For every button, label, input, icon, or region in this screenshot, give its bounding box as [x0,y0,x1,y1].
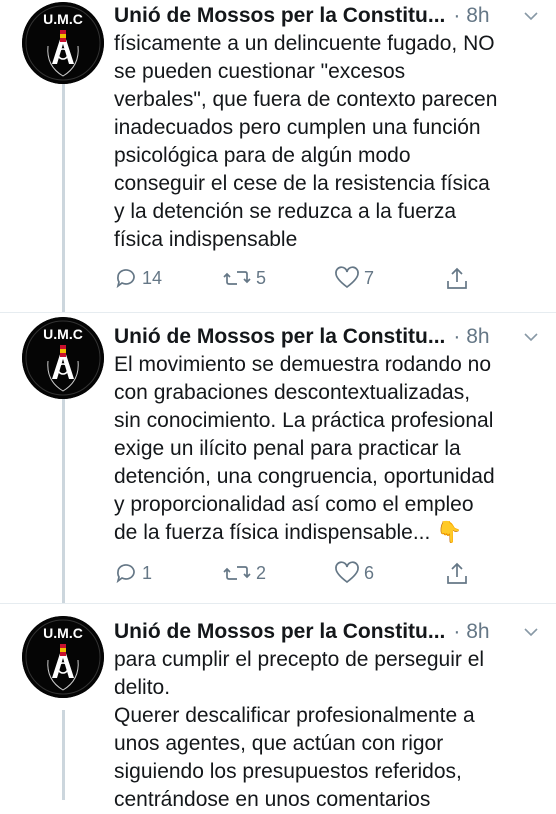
tweet-actions: 14 5 7 [114,266,534,296]
retweet-count: 2 [256,562,267,583]
heart-icon [335,561,359,584]
thread-line [62,399,65,603]
text-line: de la fuerza física indispensable... 👇 [114,521,463,544]
text-line: físicamente a un delincuente fugado, NO [114,32,495,55]
text-line: delito. [114,676,171,699]
text-line: se pueden cuestionar "excesos [114,60,406,83]
timestamp[interactable]: · 8h [453,4,489,28]
tweet-text: para cumplir el precepto de perseguir el… [114,646,544,814]
chevron-down-icon[interactable] [524,8,538,26]
thread-line [62,84,65,312]
text-line: detención, una congruencia, oportunidad [114,465,495,488]
reply-button[interactable]: 1 [114,561,152,585]
text-line: sin conocimiento. La práctica profesiona… [114,409,494,432]
text-line: Querer descalificar profesionalmente a [114,704,475,727]
tweet-3[interactable]: U.M.C Unió de Mossos per la Constitu... … [0,604,556,811]
like-count: 6 [364,562,375,583]
share-icon [447,267,467,289]
text-line: y proporcionalidad así como el empleo [114,493,474,516]
tweet-text: físicamente a un delincuente fugado, NO … [114,30,544,254]
thread-line [62,710,65,800]
text-line: psicológica para de algún modo [114,144,411,167]
text-line: conseguir el cese de la resistencia físi… [114,172,490,195]
svg-text:U.M.C: U.M.C [43,625,83,641]
svg-text:U.M.C: U.M.C [43,326,83,342]
text-line: El movimiento se demuestra rodando no [114,353,492,376]
share-button[interactable] [444,266,470,292]
retweet-button[interactable]: 5 [222,266,266,290]
text-line: inadecuados pero cumplen una función [114,116,481,139]
heart-icon [335,266,359,289]
tweet-header: Unió de Mossos per la Constitu... · 8h [114,616,542,648]
reply-count: 14 [142,267,163,288]
avatar[interactable]: U.M.C [22,616,104,698]
reply-icon [116,564,135,584]
like-count: 7 [364,267,375,288]
avatar[interactable]: U.M.C [22,2,104,84]
umc-logo-icon: U.M.C [22,2,104,84]
tweet-1[interactable]: U.M.C Unió de Mossos per la Constitu... … [0,0,556,312]
retweet-button[interactable]: 2 [222,561,266,585]
author-name[interactable]: Unió de Mossos per la Constitu... [114,4,445,28]
umc-logo-icon: U.M.C [22,616,104,698]
like-button[interactable]: 6 [334,561,374,585]
timestamp[interactable]: · 8h [453,325,489,349]
tweet-2[interactable]: U.M.C Unió de Mossos per la Constitu... … [0,313,556,603]
text-line: física indispensable [114,228,298,251]
umc-logo-icon: U.M.C [22,317,104,399]
timestamp[interactable]: · 8h [453,620,489,644]
text-line: y la detención se reduzca a la fuerza [114,200,457,223]
retweet-icon [223,271,251,285]
svg-text:U.M.C: U.M.C [43,11,83,27]
text-line: centrándose en unos comentarios [114,788,431,811]
share-button[interactable] [444,561,470,587]
text-line: con grabaciones descontextualizadas, [114,381,471,404]
text-line: unos agentes, que actúan con rigor [114,732,444,755]
retweet-count: 5 [256,267,267,288]
reply-icon [116,269,135,289]
like-button[interactable]: 7 [334,266,374,290]
chevron-down-icon[interactable] [524,624,538,642]
reply-count: 1 [142,562,153,583]
avatar[interactable]: U.M.C [22,317,104,399]
tweet-header: Unió de Mossos per la Constitu... · 8h [114,0,542,32]
tweet-header: Unió de Mossos per la Constitu... · 8h [114,321,542,353]
reply-button[interactable]: 14 [114,266,162,290]
share-icon [447,562,467,584]
author-name[interactable]: Unió de Mossos per la Constitu... [114,620,445,644]
text-line: siguiendo los presupuestos referidos, [114,760,462,783]
text-line: para cumplir el precepto de perseguir el [114,648,485,671]
chevron-down-icon[interactable] [524,329,538,347]
author-name[interactable]: Unió de Mossos per la Constitu... [114,325,445,349]
retweet-icon [223,566,251,580]
text-line: exige un ilícito penal para practicar la [114,437,461,460]
tweet-text: El movimiento se demuestra rodando no co… [114,351,544,547]
tweet-actions: 1 2 6 [114,561,534,591]
text-line: verbales", que fuera de contexto parecen [114,88,498,111]
